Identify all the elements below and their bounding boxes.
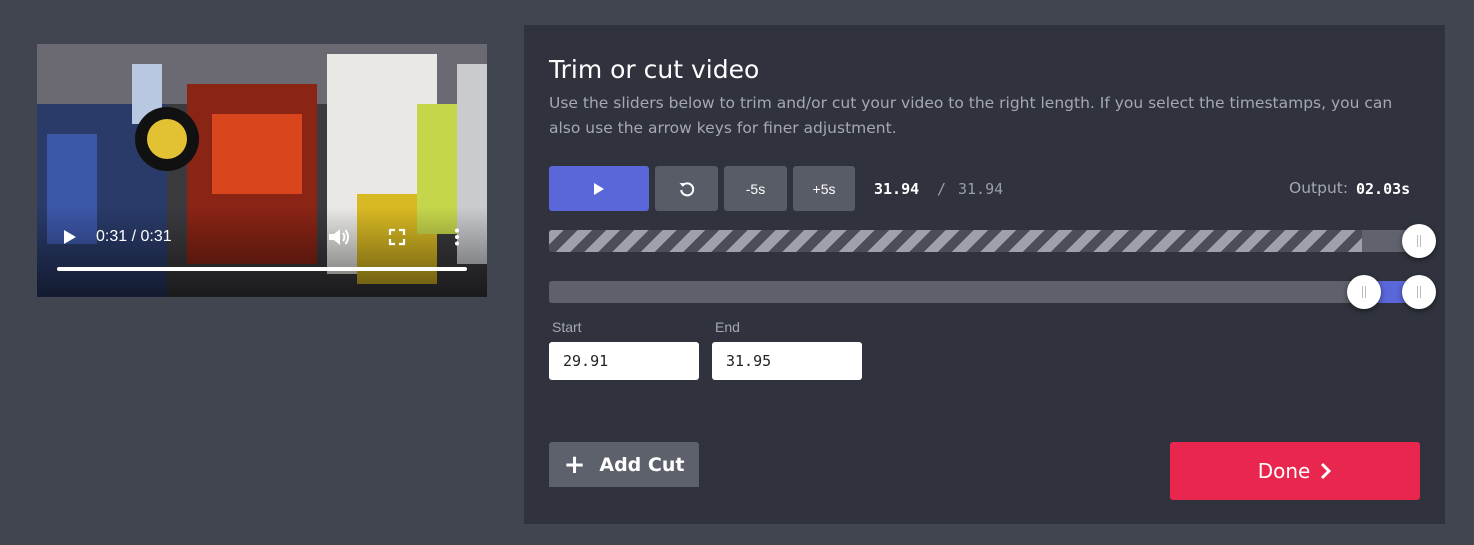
trim-editor-panel: Trim or cut video Use the sliders below … <box>524 25 1445 524</box>
back-5s-button[interactable]: -5s <box>724 166 787 211</box>
done-label: Done <box>1257 459 1311 483</box>
add-cut-button[interactable]: + Add Cut <box>549 442 699 487</box>
more-options-icon[interactable] <box>451 227 463 247</box>
cut-slider-track[interactable] <box>549 281 1419 303</box>
output-duration: 02.03s <box>1356 180 1411 198</box>
instructions-text: Use the sliders below to trim and/or cut… <box>549 94 1393 137</box>
trim-slider-handle[interactable] <box>1402 224 1436 258</box>
play-icon[interactable] <box>59 227 79 247</box>
video-controls-overlay <box>37 207 487 297</box>
play-button[interactable] <box>549 166 649 211</box>
start-label: Start <box>552 319 582 335</box>
page-title: Trim or cut video <box>549 55 760 84</box>
cut-start-handle[interactable] <box>1347 275 1382 309</box>
end-label: End <box>715 319 740 335</box>
output-label: Output: <box>1289 179 1349 197</box>
reset-button[interactable] <box>655 166 718 211</box>
plus-icon: + <box>563 449 586 480</box>
cut-end-handle[interactable] <box>1402 275 1436 309</box>
total-time: 31.94 <box>958 180 1004 198</box>
play-icon <box>594 182 604 195</box>
video-time-display: 0:31 / 0:31 <box>96 228 172 245</box>
start-time-input[interactable] <box>549 342 699 380</box>
fullscreen-icon[interactable] <box>387 227 407 247</box>
video-progress-bar[interactable] <box>57 267 467 271</box>
trim-played-region <box>549 230 1362 252</box>
add-cut-label: Add Cut <box>599 453 685 476</box>
forward-5s-button[interactable]: +5s <box>793 166 855 211</box>
reset-icon <box>679 181 694 196</box>
video-player[interactable]: 0:31 / 0:31 <box>37 44 487 297</box>
trim-slider-track[interactable] <box>549 230 1419 252</box>
end-time-input[interactable] <box>712 342 862 380</box>
chevron-right-icon <box>1321 462 1332 480</box>
time-separator: / <box>937 180 947 198</box>
current-time: 31.94 <box>874 180 920 198</box>
volume-icon[interactable] <box>327 226 351 248</box>
done-button[interactable]: Done <box>1170 442 1420 500</box>
